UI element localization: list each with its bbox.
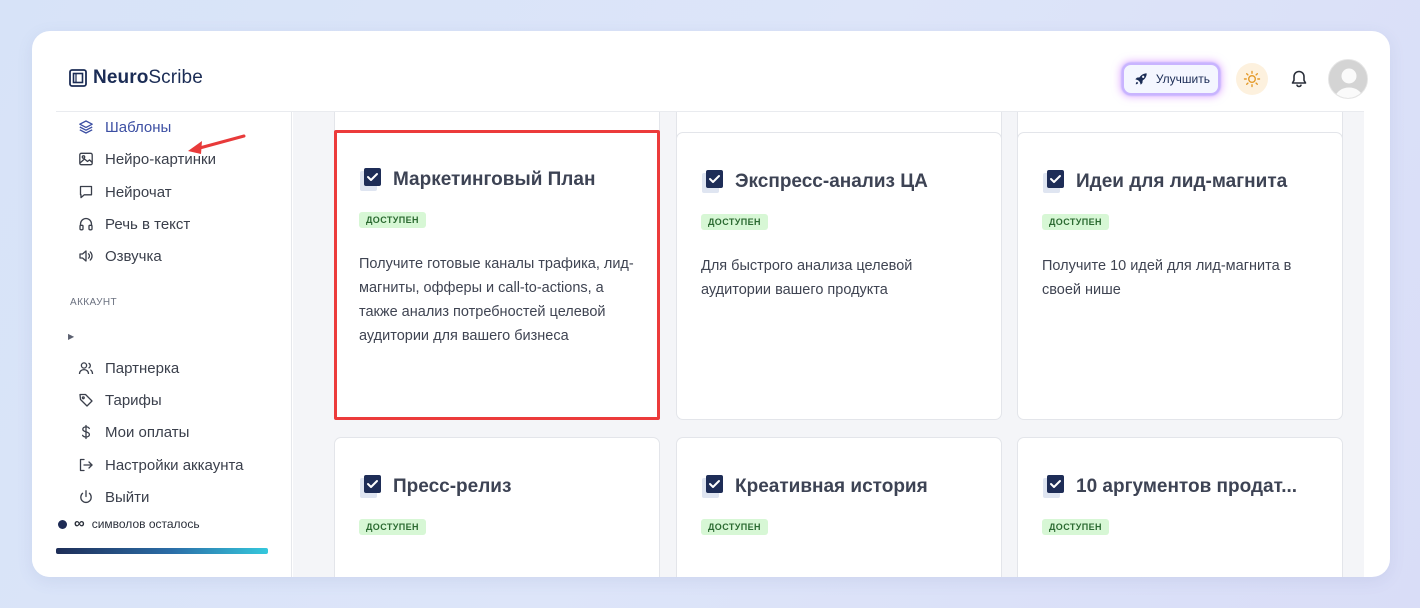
card-title: Маркетинговый План <box>393 169 596 190</box>
sidebar: Шаблоны Нейро-картинки Нейрочат Речь в т… <box>32 112 292 577</box>
card-title-row: Маркетинговый План <box>359 167 595 193</box>
sidebar-item-label: Озвучка <box>105 247 162 265</box>
template-card-lead-magnet-ideas[interactable]: Идеи для лид-магнита ДОСТУПЕН Получите 1… <box>1017 132 1343 420</box>
top-header: NeuroScribe Улучшить <box>32 31 1390 111</box>
sidebar-item-speech-to-text[interactable]: Речь в текст <box>78 213 190 235</box>
theme-toggle-button[interactable] <box>1236 63 1268 95</box>
header-actions: Улучшить <box>1121 59 1368 99</box>
card-title: 10 аргументов продат... <box>1076 476 1298 497</box>
card-title-row: Экспресс-анализ ЦА <box>701 169 928 195</box>
checklist-icon <box>360 475 381 498</box>
layers-icon <box>79 120 93 134</box>
users-icon <box>78 362 94 375</box>
bell-icon <box>1291 70 1307 88</box>
avatar[interactable] <box>1328 59 1368 99</box>
power-icon <box>80 490 92 504</box>
sidebar-item-templates[interactable]: Шаблоны <box>78 116 171 138</box>
template-card-sales-arguments[interactable]: 10 аргументов продат... ДОСТУПЕН <box>1017 437 1343 577</box>
templates-grid: Маркетинговый План ДОСТУПЕН Получите гот… <box>293 112 1364 577</box>
template-card-express-audience[interactable]: Экспресс-анализ ЦА ДОСТУПЕН Для быстрого… <box>676 132 1002 420</box>
status-badge: ДОСТУПЕН <box>1042 519 1109 535</box>
logo-text-bold: Neuro <box>93 67 149 88</box>
section-label-account: АККАУНТ <box>70 297 118 308</box>
logo-text-rest: Scribe <box>148 67 203 88</box>
image-icon <box>79 152 93 166</box>
card-title: Креативная история <box>735 476 928 497</box>
sidebar-item-partners[interactable]: Партнерка <box>78 357 179 379</box>
rocket-icon <box>1135 73 1147 85</box>
card-title-row: Креативная история <box>701 474 928 500</box>
card-title-row: 10 аргументов продат... <box>1042 474 1297 500</box>
card-description: Получите готовые каналы трафика, лид-маг… <box>359 256 634 344</box>
upgrade-button[interactable]: Улучшить <box>1121 63 1220 95</box>
expand-caret-icon[interactable]: ▶ <box>68 332 74 341</box>
template-card-creative-story[interactable]: Креативная история ДОСТУПЕН <box>676 437 1002 577</box>
sidebar-item-label: Тарифы <box>105 391 162 409</box>
sidebar-item-label: Шаблоны <box>105 118 172 136</box>
sidebar-item-tariffs[interactable]: Тарифы <box>78 389 162 411</box>
sidebar-item-my-payments[interactable]: Мои оплаты <box>78 421 189 443</box>
template-card-marketing-plan[interactable]: Маркетинговый План ДОСТУПЕН Получите гот… <box>334 130 660 420</box>
speaker-icon <box>79 250 93 262</box>
infinity-symbol: ∞ <box>74 515 85 532</box>
status-badge: ДОСТУПЕН <box>701 214 768 230</box>
tag-icon <box>79 393 93 407</box>
status-badge: ДОСТУПЕН <box>1042 214 1109 230</box>
card-description: Для быстрого анализа целевой аудитории в… <box>701 258 913 298</box>
status-badge: ДОСТУПЕН <box>701 519 768 535</box>
logo[interactable]: NeuroScribe <box>69 67 203 89</box>
card-title: Идеи для лид-магнита <box>1076 171 1288 192</box>
logo-text: NeuroScribe <box>93 67 203 89</box>
app-window: NeuroScribe Улучшить Шаблоны Нейро-карти… <box>32 31 1390 577</box>
sidebar-item-label: Партнерка <box>105 359 180 377</box>
credits-remaining: ∞ символов осталось <box>58 515 200 532</box>
notifications-button[interactable] <box>1288 68 1310 90</box>
annotation-arrow-icon <box>188 134 246 154</box>
dollar-icon <box>81 424 91 440</box>
user-avatar-icon <box>1329 60 1367 98</box>
headphones-icon <box>79 217 93 231</box>
chat-icon <box>79 185 93 199</box>
logo-icon <box>69 69 87 87</box>
sidebar-item-voiceover[interactable]: Озвучка <box>78 245 162 267</box>
sidebar-item-logout[interactable]: Выйти <box>78 486 149 508</box>
card-description: Получите 10 идей для лид-магнита в своей… <box>1042 258 1292 298</box>
sidebar-item-label: Выйти <box>105 488 150 506</box>
card-title: Экспресс-анализ ЦА <box>735 171 928 192</box>
status-badge: ДОСТУПЕН <box>359 519 426 535</box>
sidebar-item-label: Нейрочат <box>105 183 172 201</box>
card-title-row: Идеи для лид-магнита <box>1042 169 1287 195</box>
checklist-icon <box>1043 475 1064 498</box>
sidebar-item-label: Настройки аккаунта <box>105 456 244 474</box>
checklist-icon <box>360 168 381 191</box>
sun-icon <box>1243 70 1261 88</box>
status-badge: ДОСТУПЕН <box>359 212 426 228</box>
checklist-icon <box>702 475 723 498</box>
sidebar-item-label: Речь в текст <box>105 215 191 233</box>
sidebar-item-label: Мои оплаты <box>105 423 190 441</box>
template-card-press-release[interactable]: Пресс-релиз ДОСТУПЕН <box>334 437 660 577</box>
sidebar-item-account-settings[interactable]: Настройки аккаунта <box>78 454 244 476</box>
status-dot <box>58 519 67 529</box>
checklist-icon <box>1043 170 1064 193</box>
upgrade-label: Улучшить <box>1155 72 1210 86</box>
credits-progress-bar <box>56 548 268 554</box>
credits-label: символов осталось <box>91 517 200 531</box>
sidebar-item-neurochat[interactable]: Нейрочат <box>78 181 172 203</box>
card-title-row: Пресс-релиз <box>359 474 511 500</box>
card-title: Пресс-релиз <box>393 476 512 497</box>
logout-arrow-icon <box>79 458 93 472</box>
checklist-icon <box>702 170 723 193</box>
